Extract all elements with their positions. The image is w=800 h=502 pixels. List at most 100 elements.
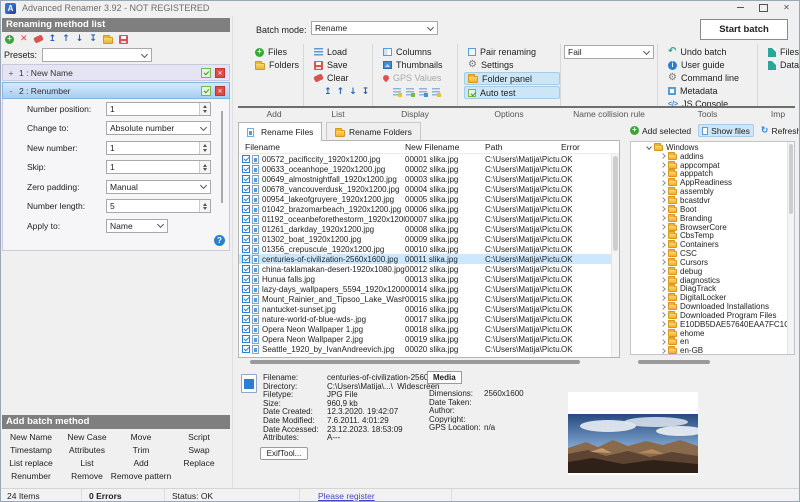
table-row[interactable]: nature-world-of-blue-wds-.jpg 00017 slika… [239, 314, 611, 324]
table-row[interactable]: Seattle_1920_by_IvanAndreevich.jpg 00020 … [239, 344, 611, 354]
spin-up-icon[interactable] [203, 144, 207, 147]
add-method-link[interactable]: Timestamp [10, 445, 52, 455]
chevron-right-icon[interactable] [660, 171, 666, 177]
checkbox-icon[interactable] [242, 175, 250, 183]
add-method-icon[interactable] [5, 34, 14, 44]
data-from-button[interactable]: Data from [768, 59, 800, 71]
move-down-icon[interactable]: ↓ [76, 34, 84, 44]
chevron-right-icon[interactable] [660, 330, 666, 336]
checkbox-icon[interactable] [242, 225, 250, 233]
sort-icon[interactable] [406, 88, 415, 97]
add-method-link[interactable]: Move [131, 432, 152, 442]
maximize-icon[interactable] [752, 0, 775, 15]
tree-vertical-scrollbar[interactable] [787, 142, 794, 354]
chevron-right-icon[interactable] [660, 321, 666, 328]
table-row[interactable]: Opera Neon Wallpaper 1.jpg 00018 slika.jp… [239, 324, 611, 334]
spinner-buttons[interactable] [199, 102, 210, 115]
table-row[interactable]: china-taklamakan-desert-1920x1080.jpg 000… [239, 264, 611, 274]
chevron-right-icon[interactable] [660, 312, 666, 319]
checkbox-icon[interactable] [242, 215, 250, 223]
checkbox-icon[interactable] [242, 295, 250, 303]
expand-icon[interactable]: + [7, 68, 15, 78]
table-row[interactable]: 00649_almostnightfall_1920x1200.jpg 00003… [239, 174, 611, 184]
show-files-toggle[interactable]: Show files [698, 124, 754, 137]
spin-up-icon[interactable] [203, 105, 207, 108]
add-method-link[interactable]: Renumber [11, 471, 51, 481]
load-list-button[interactable]: Load [314, 46, 372, 58]
tree-item[interactable]: en-GB [631, 346, 787, 354]
spin-down-icon[interactable] [203, 109, 207, 113]
table-row[interactable]: Mount_Rainier_and_Tipsoo_Lake_Washingto.… [239, 294, 611, 304]
method-delete-icon[interactable] [215, 67, 225, 78]
scrollbar-thumb[interactable] [250, 360, 580, 364]
chevron-right-icon[interactable] [660, 259, 666, 266]
method-item-new-name[interactable]: + 1 : New Name [2, 64, 230, 81]
chevron-right-icon[interactable] [660, 179, 666, 186]
method-scrollbar[interactable] [221, 111, 223, 203]
tree-item[interactable]: apppatch [631, 169, 787, 178]
add-method-link[interactable]: List replace [9, 458, 52, 468]
add-method-link[interactable]: Add [133, 458, 148, 468]
chevron-right-icon[interactable] [660, 197, 666, 204]
tab-rename-folders[interactable]: Rename Folders [326, 122, 421, 141]
spin-down-icon[interactable] [203, 168, 207, 171]
chevron-right-icon[interactable] [660, 286, 666, 292]
chevron-right-icon[interactable] [660, 206, 666, 213]
table-row[interactable]: 00954_lakeofgruyere_1920x1200.jpg 00005 s… [239, 194, 611, 204]
table-row[interactable]: lazy-days_wallpapers_5594_1920x1200.jpg 0… [239, 284, 611, 294]
table-row[interactable]: 00633_oceanhope_1920x1200.jpg 00002 slika… [239, 164, 611, 174]
close-icon[interactable]: ✕ [775, 0, 798, 15]
column-header-error[interactable]: Error [561, 142, 619, 152]
sort-icon[interactable] [393, 88, 402, 97]
add-method-link[interactable]: New Case [67, 432, 106, 442]
spinner-buttons[interactable] [199, 200, 210, 213]
tree-item-root[interactable]: Windows [631, 143, 787, 152]
folder-panel-toggle[interactable]: Folder panel [464, 72, 560, 85]
add-method-link[interactable]: Swap [188, 445, 209, 455]
column-header-filename[interactable]: Filename [245, 142, 405, 152]
clear-list-button[interactable]: Clear [313, 72, 372, 84]
checkbox-icon[interactable] [242, 345, 250, 353]
collapse-icon[interactable]: - [7, 86, 15, 96]
field-spin-input[interactable]: 1 [106, 140, 211, 155]
sort-icon[interactable] [419, 88, 428, 97]
start-batch-button[interactable]: Start batch [700, 19, 788, 40]
field-spin-input[interactable]: 1 [106, 160, 211, 175]
column-header-new-filename[interactable]: New Filename [405, 142, 485, 152]
checkbox-icon[interactable] [242, 165, 250, 173]
chevron-right-icon[interactable] [660, 339, 666, 345]
table-horizontal-scrollbar[interactable] [238, 360, 620, 365]
table-row[interactable]: 01261_darkday_1920x1200.jpg 00008 slika.j… [239, 224, 611, 234]
add-files-button[interactable]: Files [255, 46, 303, 58]
add-folders-button[interactable]: Folders [255, 59, 303, 71]
presets-dropdown[interactable] [42, 48, 153, 62]
field-dropdown[interactable]: Manual [106, 179, 211, 194]
tree-item[interactable]: en [631, 337, 787, 346]
chevron-right-icon[interactable] [660, 294, 666, 301]
tree-item[interactable]: Boot [631, 204, 787, 214]
checkbox-icon[interactable] [242, 325, 250, 333]
table-vertical-scrollbar[interactable] [611, 154, 619, 357]
checkbox-icon[interactable] [242, 285, 250, 293]
metadata-button[interactable]: Metadata [668, 85, 757, 97]
tree-horizontal-scrollbar[interactable] [632, 360, 795, 365]
checkbox-icon[interactable] [242, 155, 250, 163]
checkbox-icon[interactable] [242, 205, 250, 213]
tree-item[interactable]: DigitalLocker [631, 293, 787, 302]
tree-item[interactable]: Downloaded Program Files [631, 310, 787, 320]
move-top-icon[interactable]: ↥ [49, 34, 57, 44]
files-from-button[interactable]: Files from [768, 46, 800, 58]
sort-icon[interactable] [432, 88, 441, 97]
chevron-right-icon[interactable] [660, 277, 666, 283]
remove-method-icon[interactable]: ✕ [20, 34, 28, 44]
chevron-right-icon[interactable] [660, 250, 666, 257]
auto-test-toggle[interactable]: Auto test [464, 86, 560, 99]
checkbox-icon[interactable] [242, 275, 250, 283]
tree-item[interactable]: assembly [631, 187, 787, 196]
field-dropdown[interactable]: Absolute number [106, 121, 211, 136]
field-dropdown[interactable]: Name [106, 218, 168, 233]
field-spin-input[interactable]: 1 [106, 101, 211, 116]
spin-down-icon[interactable] [203, 207, 207, 210]
tree-item[interactable]: AppReadiness [631, 178, 787, 187]
tree-item[interactable]: E10DB5DAE57640EAA7FC1CB2A7B283 [631, 319, 787, 329]
